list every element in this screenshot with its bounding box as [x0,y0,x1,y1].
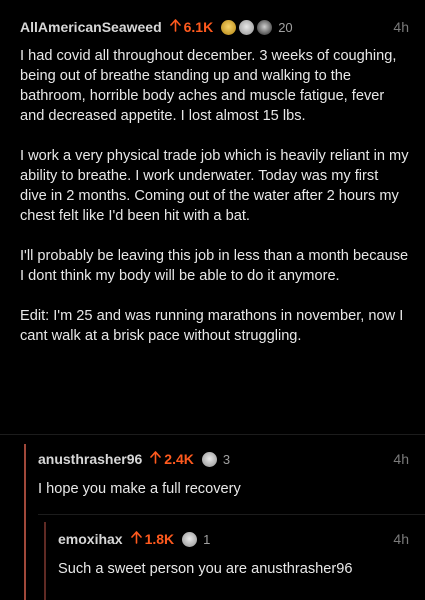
comment-body: I had covid all throughout december. 3 w… [20,46,409,346]
reply-comment: anusthrasher96 2.4K 3 4h I hope you make… [38,448,409,499]
silver-award-icon [239,19,255,35]
gold-award-icon [221,19,237,35]
awards[interactable]: 1 [182,531,211,547]
username[interactable]: anusthrasher96 [38,451,142,467]
score[interactable]: 1.8K [130,531,175,547]
main-comment: AllAmericanSeaweed 6.1K 20 4h I had covi… [20,16,409,346]
timestamp: 4h [393,19,409,35]
upvote-arrow-icon[interactable] [130,531,142,547]
comment-paragraph: I'll probably be leaving this job in les… [20,248,409,284]
silver-award-icon [201,451,217,467]
awards[interactable]: 3 [201,451,231,467]
award-count: 20 [278,19,293,35]
comment-body: Such a sweet person you are anusthrasher… [58,561,353,577]
reply-comment: emoxihax 1.8K 1 4h Such a sweet person y… [58,528,409,579]
username[interactable]: AllAmericanSeaweed [20,19,162,35]
award-count: 3 [222,451,231,467]
award-count: 1 [203,531,211,547]
score-value: 1.8K [144,531,175,547]
score[interactable]: 2.4K [150,451,194,467]
comment-header: AllAmericanSeaweed 6.1K 20 4h [20,16,409,38]
comment-paragraph: Edit: I'm 25 and was running marathons i… [20,308,404,344]
score-value: 2.4K [164,451,194,467]
divider [0,434,425,435]
timestamp: 4h [393,451,409,467]
comment-paragraph: I work a very physical trade job which i… [20,148,409,224]
username[interactable]: emoxihax [58,531,123,547]
dark-award-icon [257,19,273,35]
divider [38,514,425,515]
comment-header: anusthrasher96 2.4K 3 4h [38,448,409,470]
score[interactable]: 6.1K [169,19,214,35]
comment-paragraph: I had covid all throughout december. 3 w… [20,48,397,124]
comment-body: I hope you make a full recovery [38,481,241,497]
thread-line[interactable] [44,522,46,600]
upvote-arrow-icon[interactable] [150,451,162,467]
upvote-arrow-icon[interactable] [169,19,181,35]
thread-line[interactable] [24,444,26,600]
awards[interactable]: 20 [221,19,293,35]
comment-header: emoxihax 1.8K 1 4h [58,528,409,550]
silver-award-icon [182,531,198,547]
timestamp: 4h [393,531,409,547]
score-value: 6.1K [183,19,214,35]
